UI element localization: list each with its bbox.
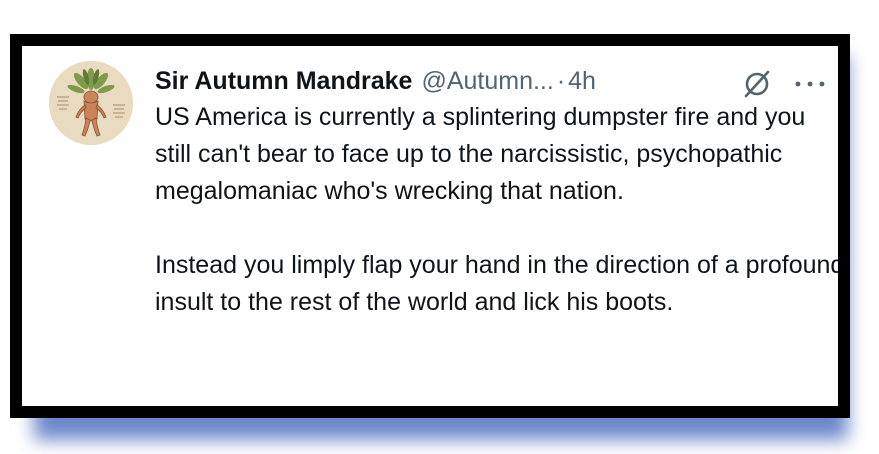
- grok-icon[interactable]: [740, 67, 774, 101]
- tweet-paragraph: Instead you limply flap your hand in the…: [155, 251, 845, 316]
- timestamp[interactable]: 4h: [568, 64, 596, 98]
- mandrake-root-icon: [49, 61, 133, 145]
- tweet-card: Sir Autumn Mandrake @Autumn... · 4h US A…: [10, 34, 850, 418]
- tweet-paragraph: US America is currently a splintering du…: [155, 103, 806, 205]
- avatar[interactable]: [49, 61, 133, 145]
- tweet-header: Sir Autumn Mandrake @Autumn... · 4h: [155, 64, 596, 98]
- display-name[interactable]: Sir Autumn Mandrake: [155, 64, 412, 98]
- tweet-text: US America is currently a splintering du…: [155, 99, 845, 321]
- more-dots-icon[interactable]: [790, 69, 830, 99]
- user-handle[interactable]: @Autumn...: [421, 64, 553, 98]
- separator-dot: ·: [556, 67, 566, 95]
